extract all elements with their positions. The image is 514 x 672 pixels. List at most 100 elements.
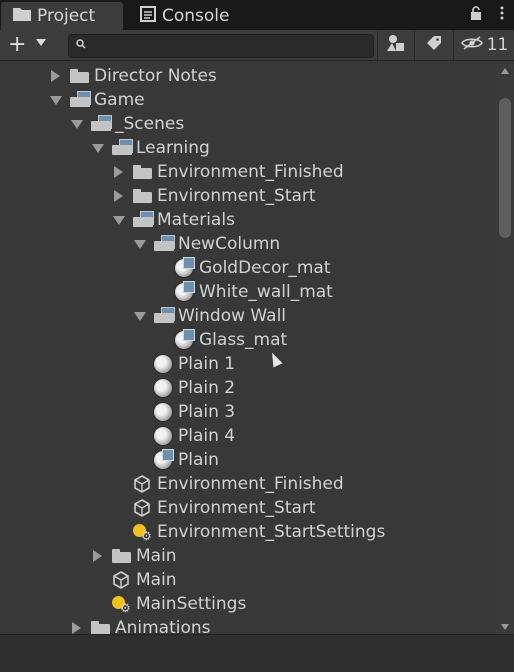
folder-icon	[91, 621, 110, 635]
tree-row[interactable]: Materials	[0, 208, 496, 232]
tree-row[interactable]: Animations	[0, 616, 496, 636]
tree-item-label: Plain 1	[178, 354, 236, 374]
tree-row[interactable]: NewColumn	[0, 232, 496, 256]
tab-bar: Project Console	[0, 0, 514, 30]
tree-item-label: Director Notes	[94, 66, 217, 86]
tree-row[interactable]: Plain	[0, 448, 496, 472]
tree-item-label: Environment_Finished	[157, 474, 344, 494]
chevron-down-icon[interactable]	[92, 144, 104, 153]
tab-actions	[470, 6, 504, 24]
tree-row[interactable]: Plain 2	[0, 376, 496, 400]
tree-row[interactable]: ⚙ Environment_StartSettings	[0, 520, 496, 544]
tree-row[interactable]: Environment_Start	[0, 496, 496, 520]
project-toolbar: + 11	[0, 30, 514, 61]
tree-row[interactable]: Window Wall	[0, 304, 496, 328]
tree-row[interactable]: Glass_mat	[0, 328, 496, 352]
tree-item-label: _Scenes	[115, 114, 185, 134]
unity-scene-icon	[133, 475, 153, 493]
project-tree: Director Notes Game _Scenes Learning Env…	[0, 64, 496, 636]
folder-icon	[13, 6, 31, 26]
material-sphere-icon	[154, 355, 172, 373]
material-sphere-icon	[154, 379, 172, 397]
open-folder-icon	[133, 211, 154, 229]
tree-row[interactable]: White_wall_mat	[0, 280, 496, 304]
tree-row[interactable]: Game	[0, 88, 496, 112]
tree-row[interactable]: Environment_Finished	[0, 160, 496, 184]
scroll-down-icon[interactable]	[501, 624, 509, 630]
vertical-scrollbar[interactable]	[496, 64, 514, 634]
tree-item-label: Plain	[178, 450, 219, 470]
chevron-down-icon[interactable]	[50, 96, 62, 105]
tree-item-label: Plain 4	[178, 426, 236, 446]
material-icon	[175, 329, 195, 349]
hidden-packages-button[interactable]: 11	[453, 30, 514, 60]
tab-label: Project	[37, 6, 96, 26]
tree-item-label: Learning	[136, 138, 210, 158]
tab-project[interactable]: Project	[1, 2, 123, 30]
search-input[interactable]	[68, 34, 374, 58]
prefab-folder-icon	[154, 307, 175, 325]
tree-item-label: Plain 3	[178, 402, 236, 422]
chevron-down-icon[interactable]	[134, 312, 146, 321]
tree-row[interactable]: Main	[0, 544, 496, 568]
tree-item-label: Environment_Start	[157, 498, 316, 518]
tree-row[interactable]: GoldDecor_mat	[0, 256, 496, 280]
material-icon	[175, 281, 195, 301]
console-icon	[140, 5, 156, 27]
tree-item-label: Game	[94, 90, 145, 110]
tree-item-label: Environment_Finished	[157, 162, 344, 182]
chevron-down-icon[interactable]	[36, 39, 46, 46]
tree-item-label: Environment_StartSettings	[157, 522, 386, 542]
scroll-up-icon[interactable]	[501, 68, 509, 74]
eye-slash-icon	[460, 35, 483, 55]
tree-item-label: NewColumn	[178, 234, 281, 254]
scrollbar-thumb[interactable]	[499, 98, 511, 238]
tree-item-label: Main	[136, 570, 177, 590]
tree-item-label: Environment_Start	[157, 186, 316, 206]
tree-item-label: Glass_mat	[199, 330, 288, 350]
tag-icon	[426, 35, 442, 55]
tree-row[interactable]: Environment_Finished	[0, 472, 496, 496]
lighting-settings-icon: ⚙	[112, 595, 132, 615]
unity-scene-icon	[112, 571, 132, 589]
chevron-right-icon[interactable]	[114, 166, 123, 178]
open-folder-icon	[70, 91, 91, 109]
chevron-down-icon[interactable]	[134, 240, 146, 249]
unity-scene-icon	[133, 499, 153, 517]
tree-row[interactable]: Plain 4	[0, 424, 496, 448]
tree-item-label: Plain 2	[178, 378, 236, 398]
tree-row[interactable]: Director Notes	[0, 64, 496, 88]
status-footer	[0, 634, 514, 672]
material-icon	[175, 257, 195, 277]
filter-by-label-button[interactable]	[414, 30, 453, 60]
tree-row[interactable]: Learning	[0, 136, 496, 160]
chevron-down-icon[interactable]	[71, 120, 83, 129]
chevron-right-icon[interactable]	[93, 550, 102, 562]
filter-by-type-button[interactable]	[377, 30, 414, 60]
material-sphere-icon	[154, 403, 172, 421]
search-icon	[76, 38, 86, 52]
lighting-settings-icon: ⚙	[133, 523, 153, 543]
kebab-menu-icon[interactable]	[500, 6, 504, 24]
chevron-right-icon[interactable]	[114, 190, 123, 202]
folder-icon	[70, 69, 89, 83]
tree-row[interactable]: _Scenes	[0, 112, 496, 136]
folder-icon	[133, 189, 152, 203]
chevron-right-icon[interactable]	[51, 70, 60, 82]
chevron-right-icon[interactable]	[72, 622, 81, 634]
tree-row[interactable]: Plain 3	[0, 400, 496, 424]
add-button[interactable]: +	[8, 33, 26, 57]
tree-row[interactable]: Plain 1	[0, 352, 496, 376]
tree-row[interactable]: Environment_Start	[0, 184, 496, 208]
open-folder-icon	[91, 115, 112, 133]
tab-console[interactable]: Console	[128, 2, 248, 30]
chevron-down-icon[interactable]	[113, 216, 125, 225]
tree-item-label: MainSettings	[136, 594, 247, 614]
lock-icon[interactable]	[470, 6, 482, 24]
tree-row[interactable]: ⚙ MainSettings	[0, 592, 496, 616]
open-folder-icon	[112, 139, 133, 157]
tree-row[interactable]: Main	[0, 568, 496, 592]
shapes-icon	[387, 34, 405, 56]
prefab-folder-icon	[154, 235, 175, 253]
tab-label: Console	[162, 6, 230, 26]
